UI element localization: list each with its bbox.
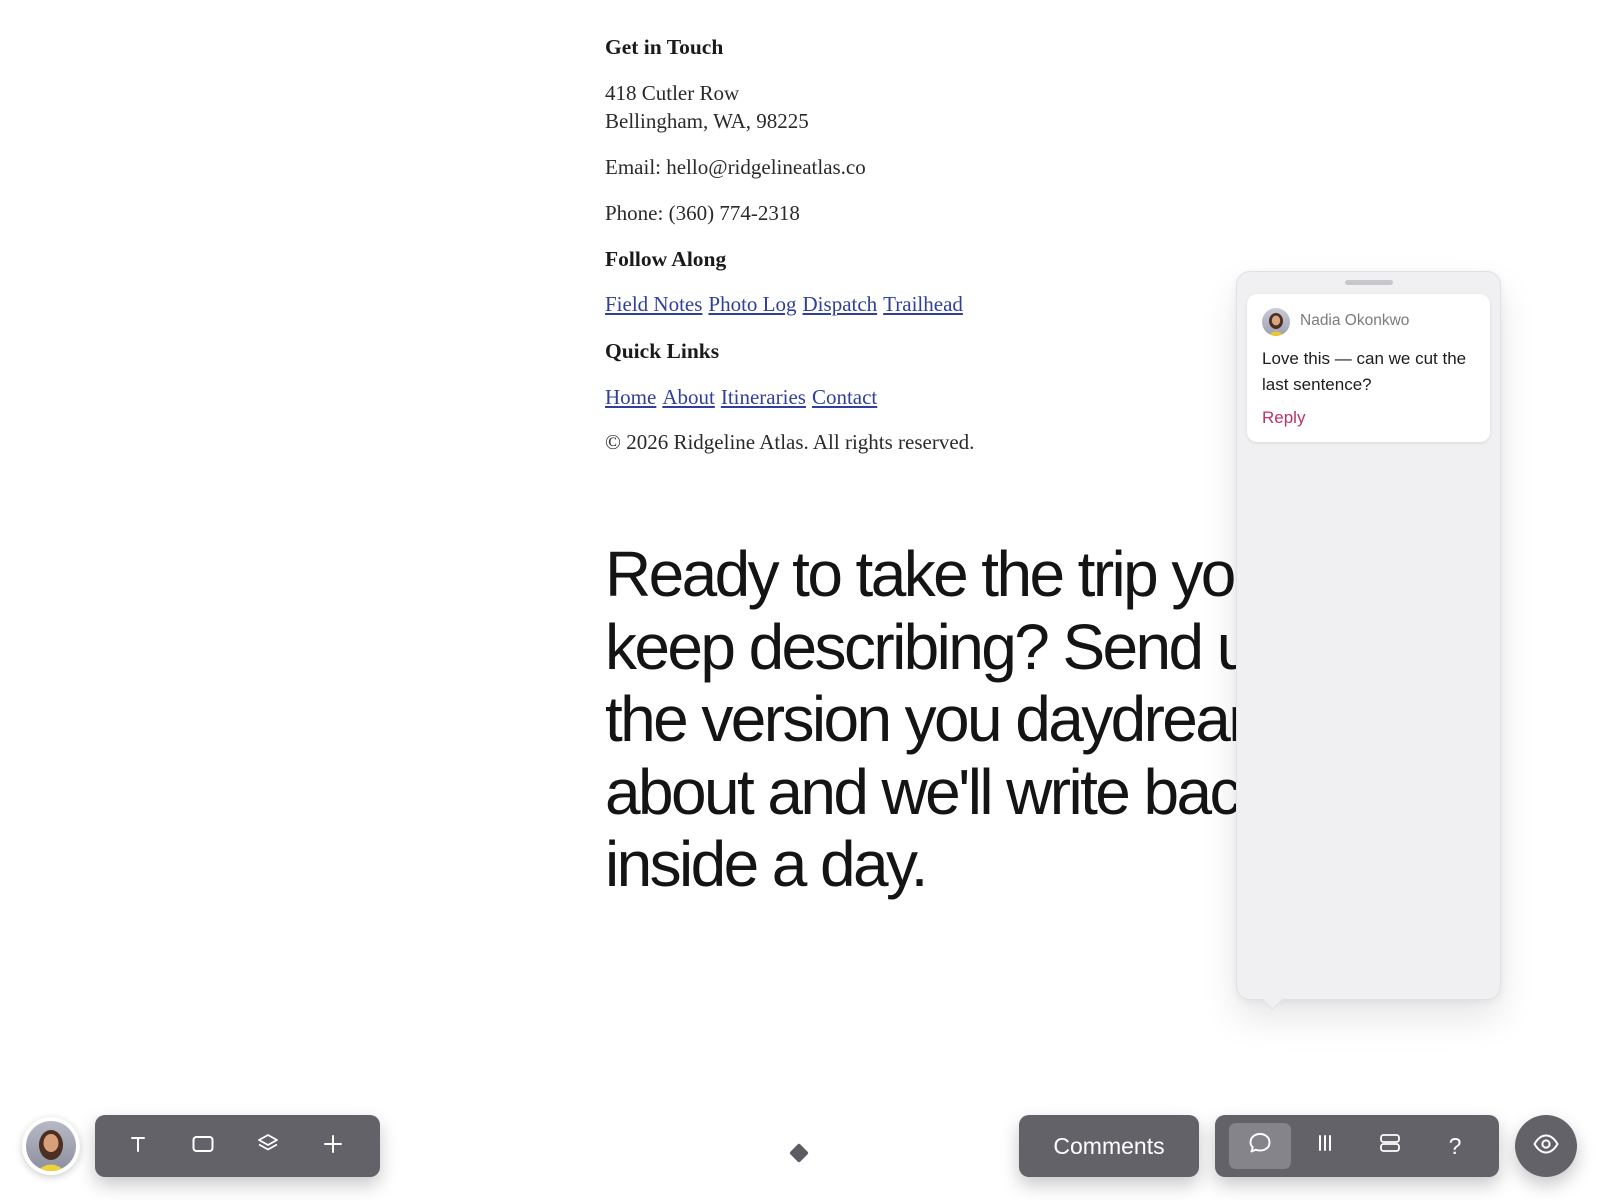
link-about[interactable]: About [662,385,715,409]
eye-icon [1532,1130,1560,1163]
rows-mode-button[interactable] [1359,1123,1421,1169]
address-line-1: 418 Cutler Row [605,81,740,105]
plus-icon [322,1133,344,1160]
shape-tool-button[interactable] [183,1126,223,1166]
columns-mode-button[interactable] [1294,1123,1356,1169]
reply-button[interactable]: Reply [1262,408,1305,428]
comment-body: Love this — can we cut the last sentence… [1262,349,1467,394]
link-field-notes[interactable]: Field Notes [605,292,702,316]
panel-pointer [1261,988,1284,1011]
columns-icon [1314,1132,1336,1160]
preview-button[interactable] [1515,1115,1577,1177]
view-mode-toolbar: ? [1215,1115,1499,1177]
cta-headline: Ready to take the trip you keep describi… [605,538,1237,900]
comment-author-avatar [1262,308,1290,336]
link-home[interactable]: Home [605,385,656,409]
quick-links-heading: Quick Links [605,339,720,363]
comment-card[interactable]: Nadia Okonkwo Love this — can we cut the… [1247,294,1490,442]
link-trailhead[interactable]: Trailhead [883,292,963,316]
rectangle-icon [191,1133,215,1160]
user-photo [26,1121,76,1171]
text-tool-button[interactable] [118,1126,158,1166]
contact-phone: Phone: (360) 774-2318 [605,201,800,225]
comment-mode-button[interactable] [1229,1123,1291,1169]
rows-icon [1378,1131,1402,1161]
link-photo-log[interactable]: Photo Log [708,292,796,316]
headline-container: Ready to take the trip you keep describi… [605,538,1237,908]
link-itineraries[interactable]: Itineraries [721,385,806,409]
tools-toolbar [95,1115,380,1177]
contact-address: 418 Cutler Row Bellingham, WA, 98225 [605,79,809,135]
follow-links: Field Notes Photo Log Dispatch Trailhead [605,290,969,318]
question-icon: ? [1448,1132,1462,1159]
comments-button[interactable]: Comments [1019,1115,1199,1177]
follow-heading: Follow Along [605,247,727,271]
layers-icon [256,1132,280,1161]
text-icon [127,1133,149,1160]
add-tool-button[interactable] [313,1126,353,1166]
link-dispatch[interactable]: Dispatch [803,292,878,316]
user-avatar[interactable] [22,1117,80,1175]
page-marker-diamond[interactable] [789,1143,809,1163]
help-button[interactable]: ? [1424,1123,1486,1169]
comment-panel: Nadia Okonkwo Love this — can we cut the… [1236,271,1501,1011]
contact-heading: Get in Touch [605,35,724,59]
panel-drag-handle[interactable] [1345,280,1393,285]
comment-author-name: Nadia Okonkwo [1300,312,1410,329]
speech-bubble-icon [1247,1130,1273,1162]
contact-email: Email: hello@ridgelineatlas.co [605,155,866,179]
address-line-2: Bellingham, WA, 98225 [605,109,809,133]
quick-links: Home About Itineraries Contact [605,383,883,411]
link-contact[interactable]: Contact [812,385,877,409]
copyright-text: © 2026 Ridgeline Atlas. All rights reser… [605,430,975,454]
layers-tool-button[interactable] [248,1126,288,1166]
